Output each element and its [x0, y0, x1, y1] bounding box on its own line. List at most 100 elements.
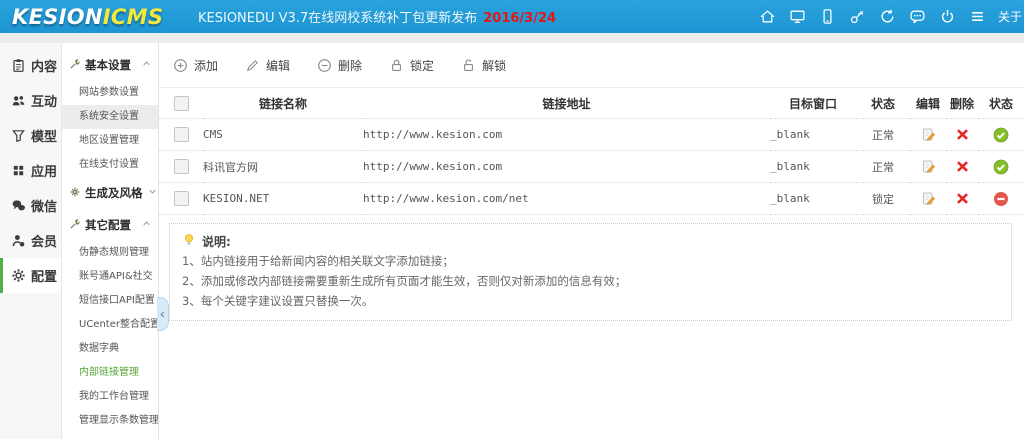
select-all-cell — [159, 88, 203, 119]
rail-item-interact[interactable]: 互动 — [0, 83, 61, 118]
top-bar: KESIONICMS KESIONEDU V3.7在线网校系统补丁包更新发布 20… — [0, 0, 1024, 33]
tool-button-label: 解锁 — [482, 57, 506, 74]
page-layout: 内容互动模型应用微信会员配置 基本设置网站参数设置系统安全设置地区设置管理在线支… — [0, 43, 1024, 439]
sidebar-section-header[interactable]: 基本设置 — [62, 49, 158, 81]
grid-icon — [11, 163, 26, 178]
menu-icon[interactable] — [966, 5, 989, 28]
lock-button[interactable]: 锁定 — [389, 57, 434, 74]
tool-button-label: 锁定 — [410, 57, 434, 74]
sidebar-item[interactable]: 短信接口API配置 — [62, 289, 158, 313]
edit-icon[interactable] — [921, 160, 936, 173]
chevron-up-icon — [141, 218, 152, 232]
rail-item-model[interactable]: 模型 — [0, 118, 61, 153]
rail-item-wechat[interactable]: 微信 — [0, 188, 61, 223]
column-header: 链接地址 — [363, 88, 770, 119]
row-checkbox-cell — [159, 119, 203, 151]
sidebar-section-header[interactable]: 其它配置 — [62, 209, 158, 241]
edit-cell — [910, 183, 946, 215]
sidebar-item[interactable]: 内部链接管理 — [62, 361, 158, 385]
chevron-down-icon — [147, 186, 158, 200]
delete-icon[interactable] — [955, 160, 970, 173]
delete-cell — [946, 183, 978, 215]
tool-button-label: 编辑 — [266, 57, 290, 74]
state-cell — [978, 119, 1024, 151]
row-checkbox[interactable] — [174, 191, 189, 206]
link-name-cell: KESION.NET — [203, 183, 363, 215]
target-window-cell: _blank — [770, 119, 856, 151]
sidebar-item[interactable]: 网站参数设置 — [62, 81, 158, 105]
announcement-text: KESIONEDU V3.7在线网校系统补丁包更新发布 — [198, 11, 477, 26]
wrench-icon — [69, 218, 81, 233]
rail-item-label: 会员 — [31, 231, 57, 250]
note-line: 1、站内链接用于给新闻内容的相关联文字添加链接； — [182, 251, 999, 271]
state-ok-icon[interactable] — [993, 160, 1009, 173]
select-all-checkbox[interactable] — [174, 96, 189, 111]
sidebar-section-header[interactable]: 生成及风格 — [62, 177, 158, 209]
add-button[interactable]: 添加 — [173, 57, 218, 74]
tool-button-label: 删除 — [338, 57, 362, 74]
row-checkbox[interactable] — [174, 159, 189, 174]
target-window-cell: _blank — [770, 151, 856, 183]
comment-icon[interactable] — [906, 5, 929, 28]
mobile-icon[interactable] — [816, 5, 839, 28]
sidebar-item[interactable]: 在线支付设置 — [62, 153, 158, 177]
table-row: CMShttp://www.kesion.com_blank正常 — [159, 119, 1024, 151]
rail-item-label: 内容 — [31, 56, 57, 75]
unlock-icon — [461, 58, 476, 73]
sidebar-item[interactable]: 数据字典 — [62, 337, 158, 361]
app-logo: KESIONICMS — [0, 5, 158, 29]
sidebar-section-label: 生成及风格 — [85, 185, 143, 201]
edit-button[interactable]: 编辑 — [245, 57, 290, 74]
note-title: 说明: — [182, 231, 999, 251]
rail-item-label: 微信 — [31, 196, 57, 215]
power-icon[interactable] — [936, 5, 959, 28]
delete-icon[interactable] — [955, 192, 970, 205]
sidebar-item[interactable]: 伪静态规则管理 — [62, 241, 158, 265]
link-url-cell: http://www.kesion.com — [363, 151, 770, 183]
key-icon[interactable] — [846, 5, 869, 28]
sidebar-section-label: 基本设置 — [85, 57, 131, 73]
refresh-icon[interactable] — [876, 5, 899, 28]
sidebar-section-label: 其它配置 — [85, 217, 131, 233]
rail-item-apps[interactable]: 应用 — [0, 153, 61, 188]
column-header: 编辑 — [910, 88, 946, 119]
edit-icon[interactable] — [921, 192, 936, 205]
state-ok-icon[interactable] — [993, 128, 1009, 141]
delete-button[interactable]: 删除 — [317, 57, 362, 74]
status-cell: 正常 — [856, 119, 910, 151]
sidebar-item[interactable]: 管理显示条数管理 — [62, 409, 158, 433]
sidebar-item[interactable]: 系统安全设置 — [62, 105, 158, 129]
rail-item-label: 配置 — [31, 266, 57, 285]
unlock-button[interactable]: 解锁 — [461, 57, 506, 74]
state-blocked-icon[interactable] — [993, 192, 1009, 205]
announcement-date: 2016/3/24 — [483, 11, 556, 26]
note-line: 2、添加或修改内部链接需要重新生成所有页面才能生效，否则仅对新添加的信息有效； — [182, 271, 999, 291]
edit-icon[interactable] — [921, 128, 936, 141]
toolbar: 添加 编辑 删除 锁定 解锁 — [159, 43, 1024, 88]
sidebar-item[interactable]: 地区设置管理 — [62, 129, 158, 153]
rail-item-label: 应用 — [31, 161, 57, 180]
note-line: 3、每个关键字建议设置只替换一次。 — [182, 291, 999, 311]
row-checkbox[interactable] — [174, 127, 189, 142]
links-table: 链接名称链接地址目标窗口状态编辑删除状态 CMShttp://www.kesio… — [159, 88, 1024, 215]
sidebar-item[interactable]: 账号通API&社交 — [62, 265, 158, 289]
sidebar-item[interactable]: UCenter整合配置 — [62, 313, 158, 337]
member-icon — [11, 233, 26, 248]
table-row: 科讯官方网http://www.kesion.com_blank正常 — [159, 151, 1024, 183]
topbar-icon-group: 关于 — [756, 0, 1022, 33]
rail-item-content[interactable]: 内容 — [0, 48, 61, 83]
home-icon[interactable] — [756, 5, 779, 28]
rail-item-config[interactable]: 配置 — [0, 258, 61, 293]
lock-icon — [389, 58, 404, 73]
edit-cell — [910, 151, 946, 183]
target-window-cell: _blank — [770, 183, 856, 215]
monitor-icon[interactable] — [786, 5, 809, 28]
sidebar-collapse-handle[interactable] — [157, 297, 169, 331]
about-link[interactable]: 关于 — [998, 8, 1022, 25]
delete-icon[interactable] — [955, 128, 970, 141]
clipboard-icon — [11, 58, 26, 73]
logo-accent: ICMS — [103, 5, 163, 29]
sidebar-item[interactable]: 我的工作台管理 — [62, 385, 158, 409]
rail-item-member[interactable]: 会员 — [0, 223, 61, 258]
edit-cell — [910, 119, 946, 151]
